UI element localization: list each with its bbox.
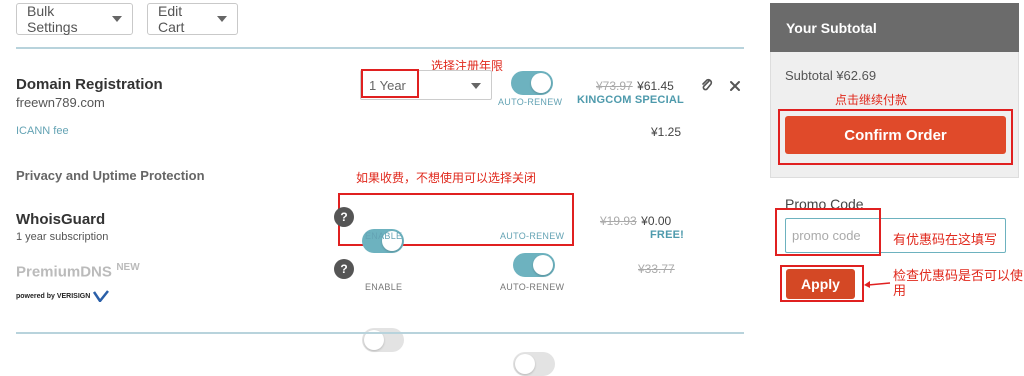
close-icon[interactable]	[729, 79, 741, 91]
verisign-logo: powered by VERISIGN	[16, 290, 110, 302]
annotation-check-promo-line2: 用	[893, 283, 907, 298]
bulk-settings-label: Bulk Settings	[27, 3, 78, 35]
divider	[16, 332, 744, 334]
arrow-left-icon	[862, 276, 892, 288]
annotation-box-apply	[780, 265, 864, 302]
privacy-heading: Privacy and Uptime Protection	[16, 168, 205, 183]
domain-auto-renew-label: AUTO-RENEW	[498, 97, 563, 107]
annotation-box-term	[361, 69, 419, 98]
annotation-continue-pay: 点击继续付款	[835, 93, 908, 107]
annotation-box-promo	[775, 208, 881, 256]
whoisguard-enable-label: ENABLE	[365, 231, 403, 241]
chevron-down-icon	[217, 16, 227, 22]
premium-dns-auto-renew-toggle[interactable]	[513, 352, 555, 376]
domain-registration-title: Domain Registration	[16, 76, 163, 93]
whoisguard-original-price: ¥19.93	[600, 214, 637, 228]
bulk-settings-dropdown[interactable]: Bulk Settings	[16, 3, 133, 35]
premium-dns-help-icon[interactable]: ?	[334, 259, 354, 279]
paperclip-icon[interactable]	[700, 78, 714, 92]
whoisguard-subtitle: 1 year subscription	[16, 231, 109, 243]
domain-price-group: ¥73.97 ¥61.45	[596, 77, 674, 95]
whoisguard-price-group: ¥19.93 ¥0.00	[600, 212, 671, 230]
annotation-check-promo-line1: 检查优惠码是否可以使	[893, 268, 1024, 283]
edit-cart-label: Edit Cart	[158, 3, 185, 35]
premium-dns-title-group: PremiumDNS NEW	[16, 262, 140, 281]
annotation-whois-note: 如果收费，不想使用可以选择关闭	[356, 171, 537, 185]
whoisguard-auto-renew-toggle[interactable]	[513, 253, 555, 277]
annotation-promo-here: 有优惠码在这填写	[893, 232, 998, 247]
toggle-knob	[533, 255, 553, 275]
promo-tag: KINGCOM SPECIAL	[577, 94, 684, 106]
whoisguard-price: ¥0.00	[641, 214, 672, 228]
verisign-check-icon	[93, 290, 110, 302]
subtotal-header: Your Subtotal	[770, 3, 1019, 52]
domain-original-price: ¥73.97	[596, 79, 633, 93]
free-tag: FREE!	[650, 229, 684, 241]
whoisguard-title: WhoisGuard	[16, 211, 106, 228]
chevron-down-icon	[112, 16, 122, 22]
whoisguard-auto-renew-label: AUTO-RENEW	[500, 231, 565, 241]
toggle-knob	[515, 354, 535, 374]
divider	[16, 47, 744, 49]
premium-dns-auto-renew-label: AUTO-RENEW	[500, 282, 565, 292]
edit-cart-dropdown[interactable]: Edit Cart	[147, 3, 238, 35]
new-badge: NEW	[116, 262, 140, 273]
domain-auto-renew-toggle[interactable]	[511, 71, 553, 95]
premium-dns-enable-label: ENABLE	[365, 282, 403, 292]
icann-fee-price: ¥1.25	[651, 125, 682, 139]
domain-name: freewn789.com	[16, 95, 105, 110]
premium-dns-original-price: ¥33.77	[638, 262, 675, 276]
premium-dns-title: PremiumDNS	[16, 263, 112, 281]
powered-by-text: powered by VERISIGN	[16, 292, 91, 300]
subtotal-amount: Subtotal ¥62.69	[785, 68, 877, 83]
icann-fee-label: ICANN fee	[16, 125, 69, 137]
toggle-knob	[531, 73, 551, 93]
annotation-check-promo: 检查优惠码是否可以使 用	[893, 268, 1023, 298]
domain-price: ¥61.45	[637, 79, 674, 93]
chevron-down-icon	[471, 83, 481, 89]
whoisguard-help-icon[interactable]: ?	[334, 207, 354, 227]
annotation-box-confirm	[778, 109, 1013, 165]
